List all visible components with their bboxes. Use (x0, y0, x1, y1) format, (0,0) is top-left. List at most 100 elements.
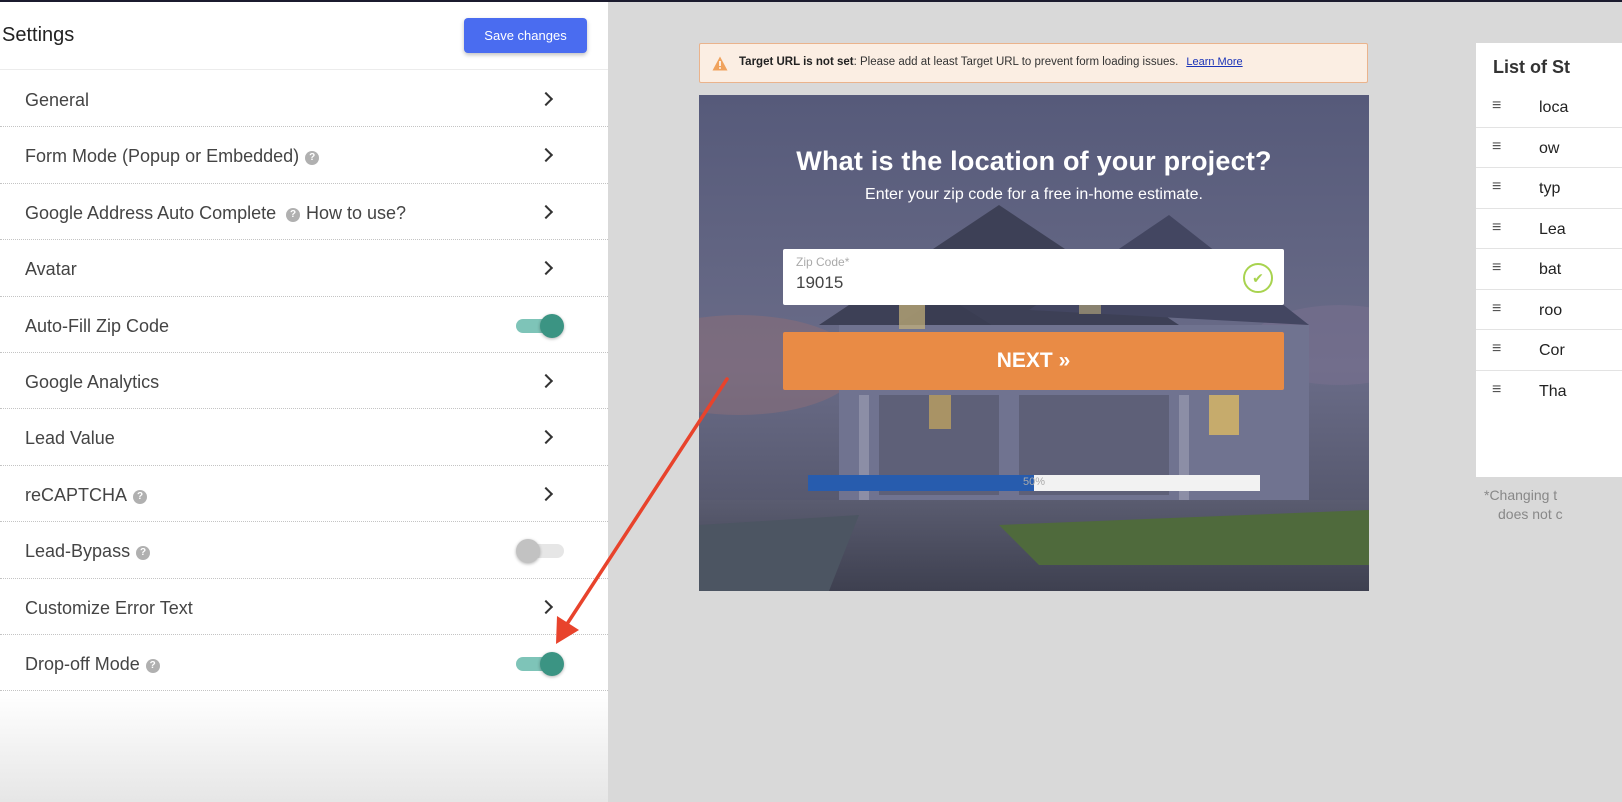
help-icon[interactable]: ? (136, 546, 151, 561)
panel-fade (0, 692, 608, 802)
steps-list: ≡ loca ≡ ow ≡ typ ≡ Lea ≡ bat ≡ roo ≡ Cor ≡ Tha (1476, 87, 1622, 411)
settings-row-label: General (25, 90, 89, 111)
form-title: What is the location of your project? (796, 146, 1272, 176)
settings-row-text: Avatar (25, 259, 77, 280)
step-item[interactable]: ≡ Cor (1476, 330, 1622, 371)
learn-more-link[interactable]: Learn More (1186, 56, 1242, 68)
help-icon: ? (286, 207, 300, 222)
zip-code-label: Zip Code* (796, 255, 850, 269)
chevron-right-icon[interactable] (538, 430, 554, 445)
step-item[interactable]: ≡ ow (1476, 128, 1622, 168)
steps-note-line: does not c (1498, 506, 1563, 522)
help-icon[interactable]: ? (305, 151, 320, 166)
settings-row-label: Lead Value (25, 428, 115, 449)
step-name: ow (1539, 139, 1560, 157)
settings-row-auto-fill-zip-code[interactable]: Auto-Fill Zip Code (0, 297, 608, 353)
step-name: Lea (1539, 220, 1566, 238)
how-to-use-text: How to use? (306, 202, 407, 223)
settings-row-lead-value[interactable]: Lead Value (0, 409, 608, 466)
next-button[interactable]: NEXT » (783, 332, 1284, 390)
settings-header: Settings Save changes (0, 2, 608, 70)
zip-code-input[interactable] (796, 273, 1216, 293)
settings-row-drop-off-mode[interactable]: Drop-off Mode? (0, 635, 608, 692)
settings-row-text: Customize Error Text (25, 597, 193, 618)
steps-title: List of St (1493, 57, 1570, 77)
settings-row-avatar[interactable]: Avatar (0, 240, 608, 297)
alert-message: : Please add at least Target URL to prev… (853, 56, 1179, 68)
check-icon: ✔ (1243, 263, 1273, 293)
settings-row-form-mode-popup-or-embedded[interactable]: Form Mode (Popup or Embedded)? (0, 127, 608, 184)
settings-row-recaptcha[interactable]: reCAPTCHA? (0, 466, 608, 523)
drag-handle-icon[interactable]: ≡ (1492, 300, 1501, 318)
settings-row-label: reCAPTCHA? (25, 484, 148, 506)
chevron-right-icon[interactable] (538, 599, 554, 614)
settings-row-text: Form Mode (Popup or Embedded) (25, 146, 300, 167)
steps-panel: List of St ≡ loca ≡ ow ≡ typ ≡ Lea ≡ bat ≡ roo ≡ Cor ≡… (1476, 43, 1622, 477)
steps-note: *Changing t does not c (1484, 486, 1622, 524)
settings-row-text: Lead-Bypass (25, 541, 131, 562)
step-name: loca (1539, 99, 1569, 116)
step-item[interactable]: ≡ typ (1476, 168, 1622, 209)
settings-row-text: Google Address Auto Complete (25, 202, 277, 223)
form-preview: Target URL is not set: Please add at lea… (608, 2, 1474, 802)
step-name: bat (1539, 261, 1562, 278)
settings-row-lead-bypass[interactable]: Lead-Bypass? (0, 522, 608, 579)
settings-row-customize-error-text[interactable]: Customize Error Text (0, 579, 608, 635)
chevron-right-icon[interactable] (538, 261, 554, 276)
settings-row-label: Google Analytics (25, 372, 159, 393)
settings-panel: Settings Save changes General Form Mode (… (0, 2, 608, 802)
settings-row-google-analytics[interactable]: Google Analytics (0, 353, 608, 410)
drag-handle-icon[interactable]: ≡ (1492, 178, 1501, 196)
form-card: What is the location of your project? En… (699, 95, 1369, 591)
step-item[interactable]: ≡ loca (1476, 87, 1622, 128)
toggle-knob (540, 651, 564, 676)
drop-off-mode-toggle[interactable] (516, 651, 564, 676)
drag-handle-icon[interactable]: ≡ (1492, 138, 1501, 156)
app-window: Settings Save changes General Form Mode (… (0, 2, 1622, 802)
help-icon[interactable]: ? (145, 658, 160, 673)
settings-row-text: General (25, 90, 90, 110)
chevron-right-icon[interactable] (538, 148, 554, 163)
save-changes-button[interactable]: Save changes (464, 18, 587, 53)
step-name: typ (1539, 180, 1561, 197)
warning-icon (712, 56, 728, 71)
drag-handle-icon[interactable]: ≡ (1492, 97, 1501, 115)
zip-code-field[interactable]: Zip Code* ✔ (783, 249, 1284, 305)
toggle-knob (540, 313, 564, 338)
drag-handle-icon[interactable]: ≡ (1492, 259, 1501, 277)
chevron-right-icon[interactable] (538, 486, 554, 501)
settings-row-text: Auto-Fill Zip Code (25, 315, 170, 336)
progress-bar: 50% (808, 475, 1260, 491)
settings-row-general[interactable]: General (0, 71, 608, 128)
chevron-right-icon[interactable] (538, 373, 554, 389)
step-name: Cor (1539, 342, 1565, 359)
settings-row-text: Drop-off Mode (25, 653, 140, 674)
target-url-alert: Target URL is not set: Please add at lea… (699, 43, 1368, 83)
settings-title: Settings (2, 24, 75, 46)
settings-row-label: Auto-Fill Zip Code (25, 316, 169, 337)
chevron-right-icon[interactable] (538, 204, 554, 219)
settings-row-label: Customize Error Text (25, 598, 193, 619)
step-item[interactable]: ≡ bat (1476, 249, 1622, 290)
steps-note-line: *Changing t (1484, 487, 1558, 503)
drag-handle-icon[interactable]: ≡ (1492, 381, 1501, 399)
form-subtitle: Enter your zip code for a free in-home e… (865, 186, 1203, 203)
step-name: roo (1539, 301, 1563, 319)
chevron-right-icon[interactable] (538, 91, 554, 107)
step-item[interactable]: ≡ roo (1476, 290, 1622, 330)
alert-text: Target URL is not set: Please add at lea… (739, 56, 1243, 68)
help-icon[interactable]: ? (133, 489, 148, 504)
auto-fill-zip-code-toggle[interactable] (516, 313, 564, 338)
settings-row-google-address-auto-complete[interactable]: Google Address Auto Complete? How to use? (0, 184, 608, 241)
step-item[interactable]: ≡ Lea (1476, 209, 1622, 249)
step-item[interactable]: ≡ Tha (1476, 371, 1622, 412)
drag-handle-icon[interactable]: ≡ (1492, 340, 1501, 358)
how-to-use-link[interactable]: ? How to use? (286, 203, 406, 224)
drag-handle-icon[interactable]: ≡ (1492, 219, 1501, 237)
step-name: Tha (1539, 382, 1567, 400)
settings-list: General Form Mode (Popup or Embedded)? Goo… (0, 71, 608, 692)
settings-row-label: Google Address Auto Complete (25, 203, 276, 224)
lead-bypass-toggle[interactable] (516, 539, 564, 564)
settings-row-text: reCAPTCHA (25, 484, 128, 505)
alert-bold: Target URL is not set (739, 56, 854, 68)
